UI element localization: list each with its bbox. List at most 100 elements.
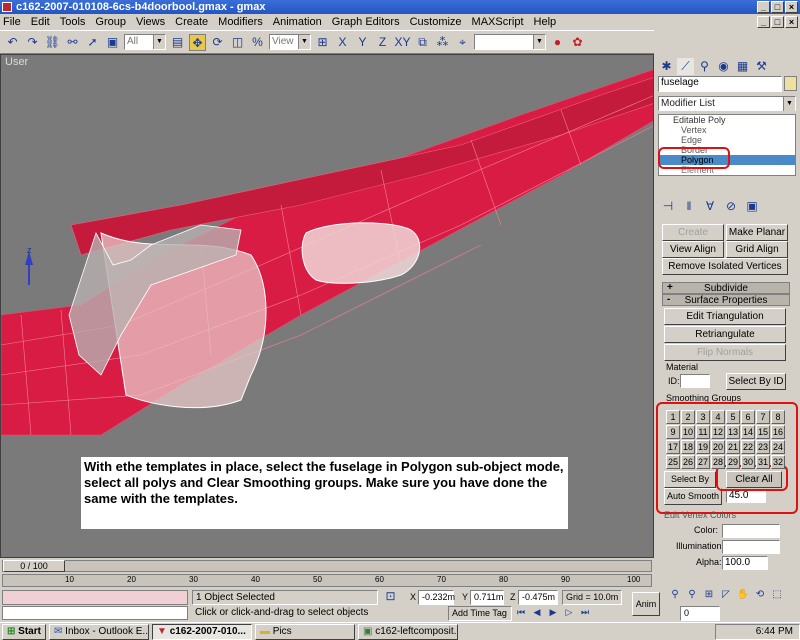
edit-triangulation-button[interactable]: Edit Triangulation — [664, 308, 786, 325]
smoothing-group-button[interactable]: 4 — [711, 410, 725, 424]
pivot-center-icon[interactable]: ⊞ — [314, 34, 331, 51]
taskbar-item-pics[interactable]: ▬ Pics — [255, 623, 355, 640]
add-time-tag-button[interactable]: Add Time Tag — [448, 606, 512, 621]
menu-create[interactable]: Create — [175, 16, 208, 28]
zoom-extents-icon[interactable]: ⊞ — [702, 588, 716, 602]
remove-isolated-vertices-button[interactable]: Remove Isolated Vertices — [662, 258, 788, 275]
array-icon[interactable]: ⁂ — [434, 34, 451, 51]
reference-coord-dropdown[interactable]: View ▼ — [269, 34, 311, 50]
viewport-user[interactable]: z User With ethe templates in place, sel… — [0, 54, 654, 558]
smoothing-group-button[interactable]: 21 — [726, 440, 740, 454]
grid-align-button[interactable]: Grid Align — [726, 241, 788, 258]
menu-edit[interactable]: Edit — [31, 16, 50, 28]
show-end-result-icon[interactable]: ‖ — [681, 198, 697, 215]
smoothing-group-button[interactable]: 30 — [741, 455, 755, 469]
smoothing-group-button[interactable]: 28 — [711, 455, 725, 469]
select-by-id-button[interactable]: Select By ID — [726, 373, 786, 390]
object-name-field[interactable]: fuselage — [658, 76, 782, 92]
taskbar-item-outlook[interactable]: ✉ Inbox - Outlook E... — [49, 623, 149, 640]
menu-views[interactable]: Views — [136, 16, 165, 28]
make-planar-button[interactable]: Make Planar — [726, 224, 788, 241]
next-frame-icon[interactable]: ▷ — [562, 606, 576, 619]
previous-frame-icon[interactable]: ◀ — [530, 606, 544, 619]
object-color-swatch[interactable] — [784, 76, 797, 91]
percent-snap-icon[interactable]: % — [249, 34, 266, 51]
move-icon[interactable]: ✥ — [189, 33, 206, 51]
smoothing-group-button[interactable]: 8 — [771, 410, 785, 424]
flip-normals-button[interactable]: Flip Normals — [664, 344, 786, 361]
view-align-button[interactable]: View Align — [662, 241, 724, 258]
mirror-icon[interactable]: ⧉ — [414, 34, 431, 51]
surface-properties-rollout[interactable]: - Surface Properties — [662, 294, 790, 306]
smoothing-group-button[interactable]: 15 — [756, 425, 770, 439]
time-slider[interactable]: 0 / 100 — [2, 560, 652, 572]
maxscript-listener[interactable] — [2, 590, 188, 605]
taskbar-item-gmax[interactable]: ▼ c162-2007-010... — [152, 623, 252, 640]
smoothing-group-button[interactable]: 13 — [726, 425, 740, 439]
redo-icon[interactable]: ↷ — [24, 34, 41, 51]
doc-restore-button[interactable]: □ — [771, 16, 784, 28]
smoothing-group-button[interactable]: 26 — [681, 455, 695, 469]
smoothing-group-button[interactable]: 11 — [696, 425, 710, 439]
smoothing-group-button[interactable]: 16 — [771, 425, 785, 439]
play-icon[interactable]: ▶ — [546, 606, 560, 619]
menu-help[interactable]: Help — [534, 16, 557, 28]
modifier-list-dropdown[interactable]: Modifier List ▼ — [658, 96, 796, 111]
go-to-start-icon[interactable]: ⏮ — [514, 606, 528, 619]
stack-item-editable-poly[interactable]: Editable Poly — [659, 115, 795, 125]
smoothing-group-button[interactable]: 18 — [681, 440, 695, 454]
select-arrow-icon[interactable]: ➚ — [84, 34, 101, 51]
configure-sets-icon[interactable]: ▣ — [744, 198, 760, 215]
smoothing-group-button[interactable]: 20 — [711, 440, 725, 454]
smoothing-group-button[interactable]: 2 — [681, 410, 695, 424]
utilities-tab-icon[interactable]: ⚒ — [753, 58, 770, 75]
menu-maxscript[interactable]: MAXScript — [472, 16, 524, 28]
create-shape-button[interactable]: Create Shape — [662, 224, 724, 253]
smoothing-group-button[interactable]: 29 — [726, 455, 740, 469]
smoothing-group-button[interactable]: 23 — [756, 440, 770, 454]
pin-stack-icon[interactable]: ⊣ — [660, 198, 676, 215]
arc-rotate-icon[interactable]: ⟲ — [753, 588, 767, 602]
time-slider-thumb[interactable]: 0 / 100 — [3, 560, 65, 572]
smoothing-group-button[interactable]: 19 — [696, 440, 710, 454]
maximize-viewport-icon[interactable]: ⬚ — [770, 588, 784, 602]
smoothing-group-button[interactable]: 3 — [696, 410, 710, 424]
menu-group[interactable]: Group — [95, 16, 126, 28]
zoom-icon[interactable]: ⚲ — [668, 588, 682, 602]
pan-icon[interactable]: ✋ — [736, 588, 750, 602]
smoothing-group-button[interactable]: 9 — [666, 425, 680, 439]
menu-graph-editors[interactable]: Graph Editors — [332, 16, 400, 28]
retriangulate-button[interactable]: Retriangulate — [664, 326, 786, 343]
smoothing-group-button[interactable]: 17 — [666, 440, 680, 454]
smoothing-group-button[interactable]: 10 — [681, 425, 695, 439]
stack-item-edge[interactable]: Edge — [659, 135, 795, 145]
illumination-swatch[interactable] — [722, 540, 780, 554]
menu-file[interactable]: File — [3, 16, 21, 28]
create-tab-icon[interactable]: ✱ — [658, 58, 675, 75]
named-selection-dropdown[interactable]: ▼ — [474, 34, 546, 50]
smoothing-group-button[interactable]: 25 — [666, 455, 680, 469]
axis-z-icon[interactable]: Z — [374, 34, 391, 51]
alpha-field[interactable]: 100.0 — [722, 556, 768, 570]
viewport-label[interactable]: User — [5, 56, 28, 68]
display-tab-icon[interactable]: ▦ — [734, 58, 751, 75]
z-coordinate-field[interactable]: -0.475m — [518, 590, 558, 605]
taskbar-item-leftcomposite[interactable]: ▣ c162-leftcomposit... — [358, 623, 458, 640]
color-swatch[interactable] — [722, 524, 780, 538]
start-button[interactable]: ⊞ Start — [2, 623, 46, 640]
smoothing-group-button[interactable]: 12 — [711, 425, 725, 439]
select-by-name-icon[interactable]: ▤ — [169, 34, 186, 51]
y-coordinate-field[interactable]: 0.711m — [470, 590, 504, 605]
field-of-view-icon[interactable]: ◸ — [719, 588, 733, 602]
menu-modifiers[interactable]: Modifiers — [218, 16, 263, 28]
menu-customize[interactable]: Customize — [410, 16, 462, 28]
region-select-icon[interactable]: ▣ — [104, 34, 121, 51]
current-frame-field[interactable]: 0 — [680, 606, 720, 621]
selection-filter-dropdown[interactable]: All ▼ — [124, 34, 166, 50]
motion-tab-icon[interactable]: ◉ — [715, 58, 732, 75]
minimize-button[interactable]: _ — [757, 1, 770, 13]
axis-xy-icon[interactable]: XY — [394, 34, 411, 51]
smoothing-group-button[interactable]: 14 — [741, 425, 755, 439]
axis-y-icon[interactable]: Y — [354, 34, 371, 51]
animate-toggle-button[interactable]: Anim — [632, 592, 660, 616]
